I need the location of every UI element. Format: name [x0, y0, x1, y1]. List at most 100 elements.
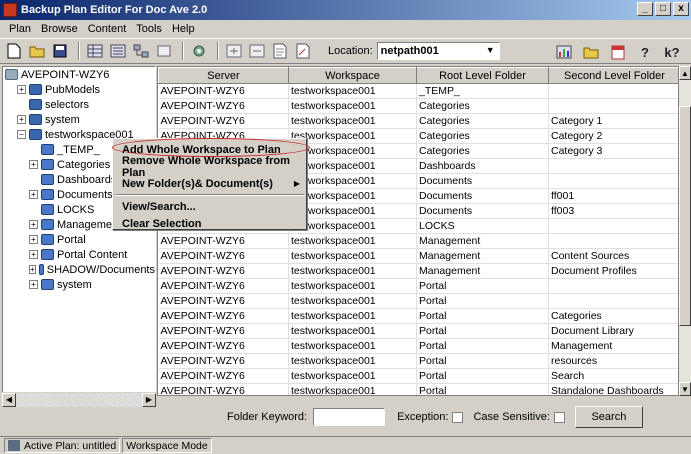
tree-node[interactable]: + Portal [3, 232, 155, 247]
table-cell: testworkspace001 [288, 203, 417, 219]
tree-node[interactable]: selectors [3, 97, 155, 112]
menu-browse[interactable]: Browse [36, 23, 83, 35]
document-edit-icon [296, 43, 310, 59]
folder-keyword-input[interactable] [313, 408, 386, 426]
table-row[interactable]: AVEPOINT-WZY6 testworkspace001 Portal [158, 293, 678, 309]
folder-icon [41, 144, 54, 155]
help-button[interactable]: ? [635, 42, 655, 62]
schedule-button[interactable] [608, 42, 628, 62]
expand-toggle-icon[interactable]: + [29, 160, 38, 169]
open-folder-button[interactable] [581, 42, 601, 62]
context-menu-item[interactable]: New Folder(s)& Document(s) ▶ [113, 175, 306, 192]
tree-node[interactable]: + SHADOW/Documents [3, 262, 155, 277]
table-cell: LOCKS [416, 218, 549, 234]
tree-node[interactable]: + Portal Content [3, 247, 155, 262]
settings-button[interactable] [189, 41, 209, 61]
location-select[interactable]: netpath001 ▼ [376, 42, 500, 60]
save-plan-button[interactable] [50, 41, 70, 61]
table-row[interactable]: AVEPOINT-WZY6 testworkspace001 Portal Searc… [158, 368, 678, 384]
table-row[interactable]: AVEPOINT-WZY6 testworkspace001 _TEMP_ [158, 83, 678, 99]
scroll-left-button[interactable]: ◀ [2, 392, 16, 407]
table-cell [548, 158, 678, 174]
search-button[interactable]: Search [574, 406, 643, 428]
table-row[interactable]: AVEPOINT-WZY6 testworkspace001 Portal Stand… [158, 383, 678, 395]
case-sensitive-checkbox[interactable] [553, 411, 565, 423]
table-row[interactable]: AVEPOINT-WZY6 testworkspace001 Categories [158, 98, 678, 114]
menu-plan[interactable]: Plan [4, 23, 36, 35]
expand-toggle-icon[interactable]: + [29, 220, 38, 229]
tool-button-8[interactable] [293, 41, 313, 61]
table-row[interactable]: AVEPOINT-WZY6 testworkspace001 Management D… [158, 263, 678, 279]
table-row[interactable]: AVEPOINT-WZY6 testworkspace001 Portal Manag… [158, 338, 678, 354]
scroll-up-button[interactable]: ▲ [679, 66, 691, 80]
table-cell: AVEPOINT-WZY6 [158, 248, 289, 264]
grid-view-icon [87, 44, 103, 58]
column-header[interactable]: Workspace [288, 67, 417, 84]
table-row[interactable]: AVEPOINT-WZY6 testworkspace001 Portal Docum… [158, 323, 678, 339]
context-menu-item[interactable]: Remove Whole Workspace from Plan [113, 155, 306, 179]
open-plan-button[interactable] [27, 41, 47, 61]
table-cell: AVEPOINT-WZY6 [158, 233, 289, 249]
table-row[interactable]: AVEPOINT-WZY6 testworkspace001 Management C… [158, 248, 678, 264]
tool-button-6[interactable] [247, 41, 267, 61]
minimize-button[interactable]: _ [637, 2, 653, 16]
tool-button-2[interactable] [108, 41, 128, 61]
table-cell: Portal [416, 278, 549, 294]
tree-horizontal-scrollbar[interactable]: ◀ ▶ [2, 392, 156, 407]
tool-button-1[interactable] [85, 41, 105, 61]
search-bar: Folder Keyword: Exception: Case Sensitiv… [157, 400, 691, 434]
tool-button-5[interactable] [224, 41, 244, 61]
scroll-track[interactable] [16, 392, 142, 407]
menu-help[interactable]: Help [167, 23, 200, 35]
close-button[interactable]: x [673, 2, 689, 16]
tool-button-4[interactable] [154, 41, 174, 61]
expand-toggle-icon[interactable]: + [17, 115, 26, 124]
tree-node[interactable]: + PubModels [3, 82, 155, 97]
tree-node[interactable]: + system [3, 112, 155, 127]
expand-toggle-icon[interactable]: + [29, 190, 38, 199]
folder-icon [41, 219, 54, 230]
table-cell: Categories [416, 143, 549, 159]
expand-toggle-icon[interactable]: + [29, 235, 38, 244]
report-button[interactable] [554, 42, 574, 62]
table-vertical-scrollbar[interactable]: ▲ ▼ [679, 66, 691, 396]
submenu-arrow-icon: ▶ [293, 179, 300, 188]
tool-button-3[interactable] [131, 41, 151, 61]
table-row[interactable]: AVEPOINT-WZY6testworkspace001CategoriesC… [158, 113, 678, 129]
table-row[interactable]: AVEPOINT-WZY6 testworkspace001 Management [158, 233, 678, 249]
column-header[interactable]: Root Level Folder [416, 67, 549, 84]
table-cell [548, 173, 678, 189]
expand-toggle-icon[interactable]: + [29, 265, 36, 274]
table-cell: Portal [416, 323, 549, 339]
tree-node[interactable]: + system [3, 277, 155, 292]
scroll-thumb[interactable] [679, 106, 691, 326]
table-cell: testworkspace001 [288, 323, 417, 339]
table-row[interactable]: AVEPOINT-WZY6 testworkspace001 Portal [158, 278, 678, 294]
maximize-button[interactable]: □ [655, 2, 671, 16]
expand-toggle-icon[interactable]: + [29, 250, 38, 259]
context-menu-item[interactable]: Clear Selection [113, 215, 306, 232]
table-cell: Document Library [548, 323, 678, 339]
table-cell: AVEPOINT-WZY6 [158, 278, 289, 294]
exception-checkbox[interactable] [452, 411, 464, 423]
tree-node-label: _TEMP_ [57, 143, 100, 156]
tool-button-7[interactable] [270, 41, 290, 61]
workspace-tree[interactable]: AVEPOINT-WZY6 + PubModels selectors + system −… [2, 66, 156, 406]
menu-tools[interactable]: Tools [131, 23, 167, 35]
new-plan-button[interactable] [4, 41, 24, 61]
menu-content[interactable]: Content [83, 23, 132, 35]
toolbar: Location: netpath001 ▼ ? k? [0, 38, 691, 64]
scroll-right-button[interactable]: ▶ [142, 392, 156, 407]
expand-toggle-icon[interactable]: + [17, 85, 26, 94]
table-row[interactable]: AVEPOINT-WZY6 testworkspace001 Portal resou… [158, 353, 678, 369]
collapse-toggle-icon[interactable]: − [17, 130, 26, 139]
context-help-button[interactable]: k? [662, 42, 682, 62]
tree-node[interactable]: AVEPOINT-WZY6 [3, 67, 155, 82]
scroll-down-button[interactable]: ▼ [679, 382, 691, 396]
column-header[interactable]: Second Level Folder [548, 67, 678, 84]
column-header[interactable]: Server [158, 67, 289, 84]
table-row[interactable]: AVEPOINT-WZY6 testworkspace001 Portal Categ… [158, 308, 678, 324]
expand-toggle-icon[interactable]: + [29, 280, 38, 289]
context-menu-item[interactable]: View/Search... [113, 198, 306, 215]
toolbar-separator [78, 42, 80, 60]
